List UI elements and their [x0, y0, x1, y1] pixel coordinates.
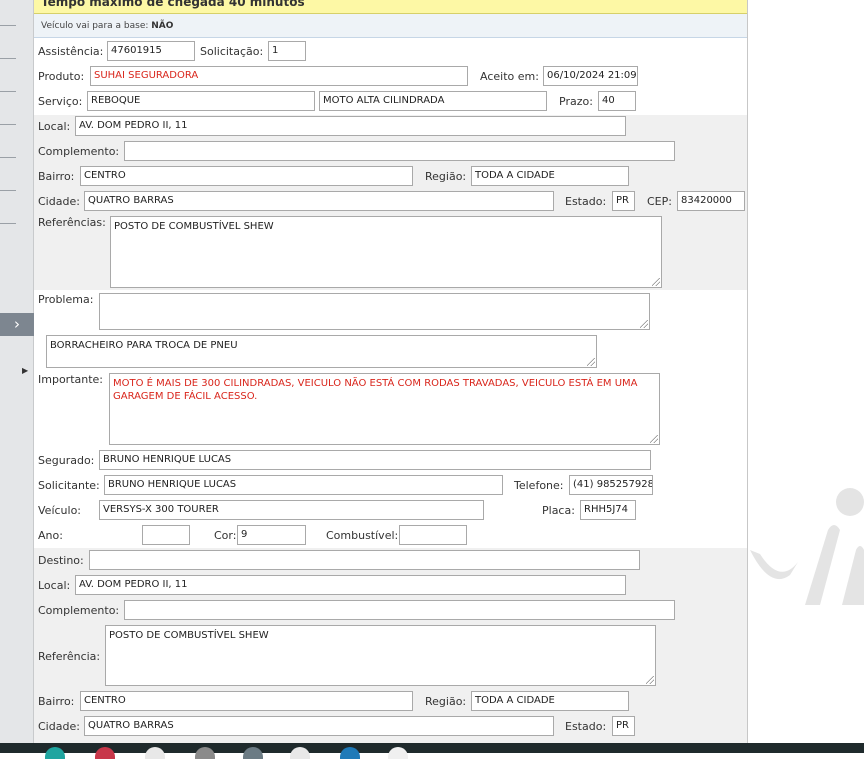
produto-field[interactable]: SUHAI SEGURADORA: [90, 66, 468, 86]
service-form-panel: Tempo máximo de chegada 40 minutos Veícu…: [34, 0, 748, 743]
destino-regiao-field[interactable]: TODA A CIDADE: [471, 691, 629, 711]
cor-field[interactable]: 9: [237, 525, 306, 545]
resize-grip-icon[interactable]: [652, 278, 660, 286]
sidebar-divider: [0, 190, 16, 191]
local-field[interactable]: AV. DOM PEDRO II, 11: [75, 116, 626, 136]
local-label: Local:: [38, 120, 71, 133]
destino-field[interactable]: [89, 550, 640, 570]
sidebar-divider: [0, 223, 16, 224]
destino-complemento-field[interactable]: [124, 600, 675, 620]
destino-estado-field[interactable]: PR: [612, 716, 635, 736]
bairro-label: Bairro:: [38, 170, 75, 183]
taskbar: [0, 743, 864, 753]
sidebar-divider: [0, 157, 16, 158]
placa-field[interactable]: RHH5J74: [580, 500, 636, 520]
referencias-textarea[interactable]: POSTO DE COMBUSTÍVEL SHEW: [110, 216, 662, 288]
prazo-label: Prazo:: [559, 95, 593, 108]
ano-label: Ano:: [38, 529, 63, 542]
aceito-field[interactable]: 06/10/2024 21:09: [543, 66, 638, 86]
problema-textarea[interactable]: [99, 293, 650, 330]
destino-referencia-textarea[interactable]: POSTO DE COMBUSTÍVEL SHEW: [105, 625, 656, 686]
destino-local-field[interactable]: AV. DOM PEDRO II, 11: [75, 575, 626, 595]
solicitacao-label: Solicitação:: [200, 45, 264, 58]
triangle-right-icon[interactable]: ▶: [22, 366, 28, 375]
cidade-field[interactable]: QUATRO BARRAS: [84, 191, 554, 211]
sidebar-divider: [0, 91, 16, 92]
prazo-field[interactable]: 40: [598, 91, 636, 111]
destino-cidade-field[interactable]: QUATRO BARRAS: [84, 716, 554, 736]
referencias-label: Referências:: [38, 216, 106, 229]
placa-label: Placa:: [542, 504, 575, 517]
sidebar-divider: [0, 25, 16, 26]
solicitante-label: Solicitante:: [38, 479, 100, 492]
referencias-text: POSTO DE COMBUSTÍVEL SHEW: [114, 221, 274, 232]
segurado-label: Segurado:: [38, 454, 95, 467]
destino-cidade-label: Cidade:: [38, 720, 80, 733]
cep-label: CEP:: [647, 195, 672, 208]
servico-field[interactable]: REBOQUE: [87, 91, 315, 111]
complemento-field[interactable]: [124, 141, 675, 161]
destino-local-label: Local:: [38, 579, 71, 592]
base-info-bar: Veículo vai para a base: NÃO: [34, 14, 747, 38]
cor-label: Cor:: [214, 529, 237, 542]
arrival-time-banner: Tempo máximo de chegada 40 minutos: [34, 0, 747, 14]
destino-complemento-label: Complemento:: [38, 604, 120, 617]
cidade-label: Cidade:: [38, 195, 80, 208]
telefone-label: Telefone:: [514, 479, 564, 492]
complemento-label: Complemento:: [38, 145, 120, 158]
destino-estado-label: Estado:: [565, 720, 607, 733]
assistencia-field[interactable]: 47601915: [107, 41, 195, 61]
segurado-field[interactable]: BRUNO HENRIQUE LUCAS: [99, 450, 651, 470]
left-sidebar: › ▶: [0, 0, 34, 743]
aceito-label: Aceito em:: [480, 70, 539, 83]
sidebar-divider: [0, 124, 16, 125]
combustivel-label: Combustível:: [326, 529, 399, 542]
servico-label: Serviço:: [38, 95, 83, 108]
estado-label: Estado:: [565, 195, 607, 208]
destino-regiao-label: Região:: [425, 695, 467, 708]
bairro-field[interactable]: CENTRO: [80, 166, 413, 186]
background-watermark: [750, 488, 864, 605]
importante-textarea[interactable]: MOTO É MAIS DE 300 CILINDRADAS, VEICULO …: [109, 373, 660, 445]
base-info-label: Veículo vai para a base:: [41, 21, 149, 31]
sidebar-expand-button[interactable]: ›: [0, 313, 34, 336]
solicitacao-field[interactable]: 1: [268, 41, 306, 61]
telefone-field[interactable]: (41) 985257928: [569, 475, 653, 495]
chevron-right-icon: ›: [14, 315, 20, 333]
destino-referencia-text: POSTO DE COMBUSTÍVEL SHEW: [109, 630, 269, 641]
destino-bairro-field[interactable]: CENTRO: [80, 691, 413, 711]
destino-bairro-label: Bairro:: [38, 695, 75, 708]
destino-referencia-label: Referência:: [38, 650, 101, 663]
assistencia-label: Assistência:: [38, 45, 104, 58]
regiao-label: Região:: [425, 170, 467, 183]
estado-field[interactable]: PR: [612, 191, 635, 211]
veiculo-label: Veículo:: [38, 504, 82, 517]
importante-label: Importante:: [38, 373, 104, 386]
regiao-field[interactable]: TODA A CIDADE: [471, 166, 629, 186]
base-info-value: NÃO: [151, 21, 174, 31]
cep-field[interactable]: 83420000: [677, 191, 745, 211]
importante-text: MOTO É MAIS DE 300 CILINDRADAS, VEICULO …: [113, 378, 638, 402]
problema-detalhe-text: BORRACHEIRO PARA TROCA DE PNEU: [50, 340, 238, 351]
produto-label: Produto:: [38, 70, 85, 83]
resize-grip-icon[interactable]: [646, 676, 654, 684]
ano-field[interactable]: [142, 525, 190, 545]
servico-tipo-field[interactable]: MOTO ALTA CILINDRADA: [319, 91, 547, 111]
resize-grip-icon[interactable]: [587, 358, 595, 366]
veiculo-field[interactable]: VERSYS-X 300 TOURER: [99, 500, 484, 520]
destino-label: Destino:: [38, 554, 84, 567]
problema-label: Problema:: [38, 293, 94, 306]
resize-grip-icon[interactable]: [650, 435, 658, 443]
combustivel-field[interactable]: [399, 525, 467, 545]
problema-detalhe-textarea[interactable]: BORRACHEIRO PARA TROCA DE PNEU: [46, 335, 597, 368]
solicitante-field[interactable]: BRUNO HENRIQUE LUCAS: [104, 475, 503, 495]
resize-grip-icon[interactable]: [640, 320, 648, 328]
sidebar-divider: [0, 58, 16, 59]
